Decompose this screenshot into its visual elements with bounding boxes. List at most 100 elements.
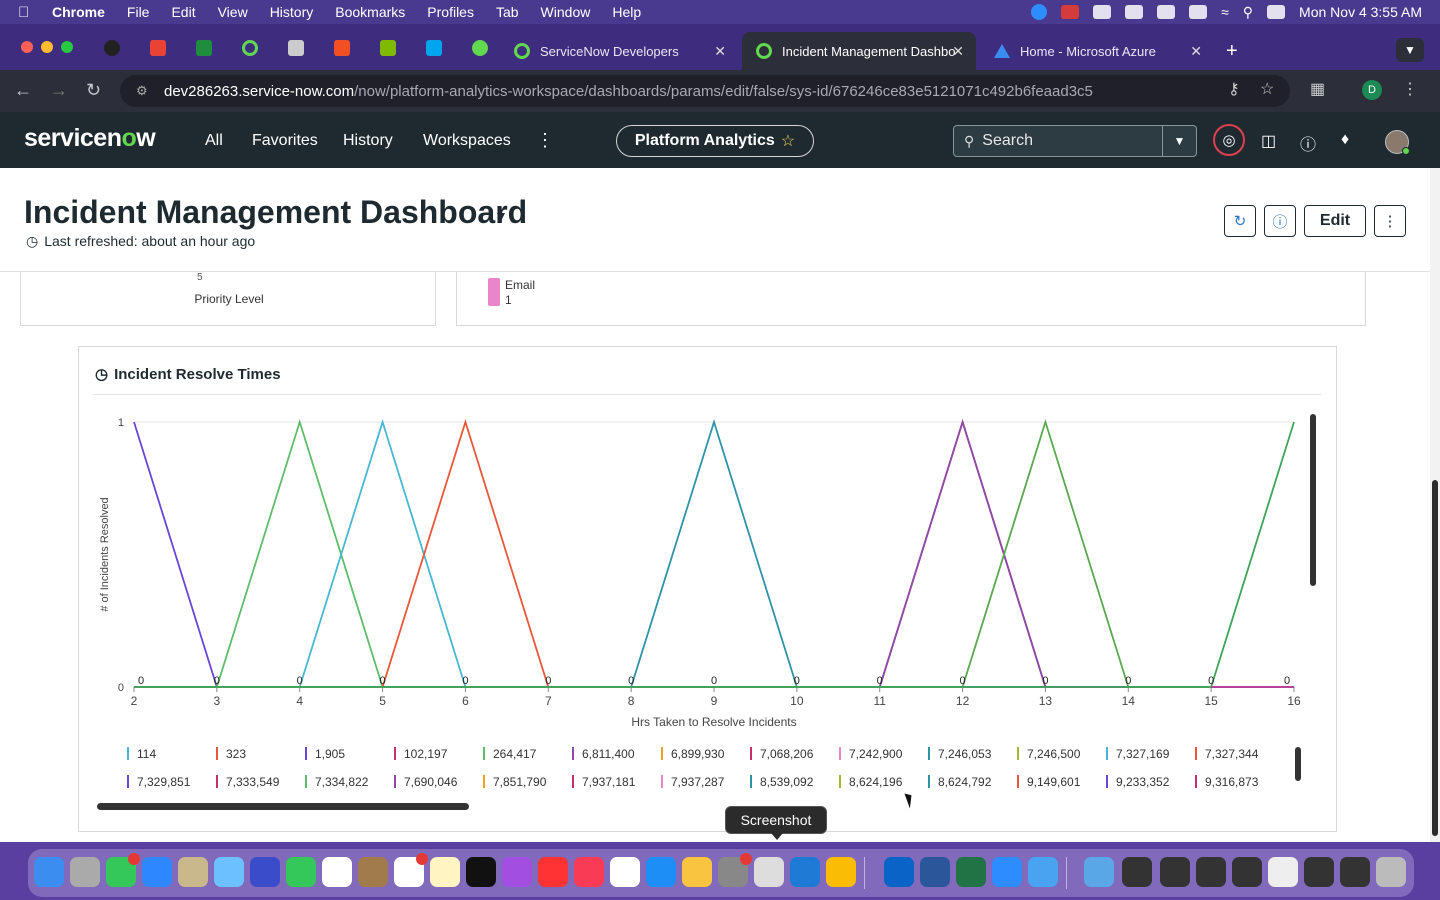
legend-item[interactable]: 7,068,206 [750,747,813,761]
new-tab-button[interactable]: + [1226,40,1238,63]
apple-tv-icon[interactable] [466,857,496,887]
legend-item[interactable]: 8,539,092 [750,775,813,789]
tab-close-icon[interactable]: ✕ [714,43,726,60]
chrome-profile-avatar[interactable]: D [1362,80,1382,100]
excel-icon[interactable] [956,857,986,887]
recent-window-icon[interactable] [1122,857,1152,887]
system-settings-icon[interactable] [718,853,752,887]
vscode-icon[interactable] [790,857,820,887]
pinned-tab-microsoft-icon-2[interactable] [380,40,396,56]
legend-item[interactable]: 6,899,930 [661,747,724,761]
back-arrow-icon[interactable]: ← [14,80,32,101]
nav-favorites[interactable]: Favorites [252,132,318,150]
legend-item[interactable]: 7,329,851 [127,775,190,789]
pinned-tab-asterisk-icon[interactable] [472,40,488,56]
nav-workspaces[interactable]: Workspaces [423,132,511,150]
finder-icon[interactable] [34,857,64,887]
menu-tab[interactable]: Tab [496,4,519,20]
facetime-icon[interactable] [286,857,316,887]
info-button[interactable]: ⓘ [1264,205,1296,237]
outlook-icon[interactable] [884,857,914,887]
chat-icon[interactable]: ◫ [1261,131,1276,151]
legend-item[interactable]: 7,937,181 [572,775,635,789]
legend-horizontal-scrollbar[interactable] [97,803,469,810]
maps-icon[interactable] [214,857,244,887]
menu-edit[interactable]: Edit [171,4,195,20]
podcasts-icon[interactable] [502,857,532,887]
recent-window-icon-3[interactable] [1196,857,1226,887]
refresh-button[interactable]: ↻ [1224,205,1256,237]
zoom-icon[interactable] [992,857,1022,887]
tab-close-icon[interactable]: ✕ [1190,43,1202,60]
screenshot-icon[interactable] [754,857,784,887]
help-icon[interactable]: ⓘ [1300,131,1316,155]
pen-app-icon[interactable] [178,857,208,887]
edit-button[interactable]: Edit [1304,205,1366,237]
legend-label[interactable]: Email [505,278,535,292]
legend-item[interactable]: 6,811,400 [572,747,635,761]
trash-icon[interactable] [1376,857,1406,887]
legend-item[interactable]: 7,690,046 [394,775,457,789]
legend-vertical-scrollbar[interactable] [1295,747,1301,781]
menu-file[interactable]: File [127,4,150,20]
favorite-star-icon[interactable]: ☆ [781,131,795,151]
recent-window-icon-7[interactable] [1340,857,1370,887]
reload-icon[interactable]: ↻ [86,80,101,101]
news-icon[interactable] [538,857,568,887]
bookmark-star-icon[interactable]: ☆ [1260,79,1274,99]
search-scope-chevron-icon[interactable]: ▼ [1162,126,1196,156]
control-center-icon[interactable] [1267,5,1286,19]
close-window-button[interactable] [21,41,33,53]
menu-profiles[interactable]: Profiles [427,4,474,20]
chart-scrollbar[interactable] [1310,414,1316,586]
reminders-icon[interactable] [394,853,428,887]
azure-app-icon[interactable] [250,857,280,887]
menu-bookmarks[interactable]: Bookmarks [335,4,405,20]
servicenow-logo[interactable]: servicenow [24,124,156,153]
calendar-icon[interactable] [322,857,352,887]
legend-item[interactable]: 7,327,169 [1106,747,1169,761]
apple-icon[interactable]:  [18,4,44,21]
tab-search-chevron-icon[interactable]: ▼ [1396,38,1424,62]
legend-item[interactable]: 7,327,344 [1195,747,1258,761]
photos-icon[interactable] [682,857,712,887]
menu-app-name[interactable]: Chrome [52,4,105,20]
tab-close-icon[interactable]: ✕ [952,43,964,60]
global-search[interactable]: ⚲ Search ▼ [953,125,1197,157]
menu-window[interactable]: Window [541,4,591,20]
more-options-button[interactable]: ⋮ [1374,205,1406,237]
page-scrollbar[interactable] [1430,168,1440,842]
legend-item[interactable]: 7,246,500 [1017,747,1080,761]
zoom-status-icon[interactable] [1031,4,1048,20]
battery-icon[interactable] [1189,5,1208,19]
zoom-window-button[interactable] [61,41,73,53]
legend-item[interactable]: 114 [127,747,156,761]
recent-window-icon-5[interactable] [1268,857,1298,887]
window-status-icon[interactable] [1125,5,1144,19]
tab-servicenow-developers[interactable]: ServiceNow Developers ✕ [500,32,738,70]
legend-item[interactable]: 9,233,352 [1106,775,1169,789]
legend-item[interactable]: 7,242,900 [839,747,902,761]
pinned-tab-servicenow-icon[interactable] [242,40,258,56]
menubar-clock[interactable]: Mon Nov 4 3:55 AM [1299,4,1422,20]
music-icon[interactable] [574,857,604,887]
chrome-menu-icon[interactable]: ⋮ [1402,79,1418,99]
title-chevron-down-icon[interactable]: ▼ [494,208,508,224]
scope-globe-icon[interactable]: ◎ [1213,124,1245,156]
chrome-icon[interactable] [826,857,856,887]
forward-arrow-icon[interactable]: → [50,80,68,101]
recent-window-icon-6[interactable] [1304,857,1334,887]
legend-item[interactable]: 9,316,873 [1195,775,1258,789]
legend-item[interactable]: 7,334,822 [305,775,368,789]
tab-incident-dashboard[interactable]: Incident Management Dashbo ✕ [742,32,976,70]
contacts-icon[interactable] [358,857,388,887]
app-store-icon[interactable] [646,857,676,887]
cloud-status-icon[interactable] [1093,5,1112,19]
workspace-pill[interactable]: Platform Analytics ☆ [616,125,814,157]
nav-all[interactable]: All [205,132,223,150]
minimize-window-button[interactable] [41,41,53,53]
legend-item[interactable]: 9,149,601 [1017,775,1080,789]
extensions-icon[interactable]: ▦ [1310,79,1325,99]
wifi-icon[interactable]: ≈ [1221,4,1229,20]
word-icon[interactable] [920,857,950,887]
